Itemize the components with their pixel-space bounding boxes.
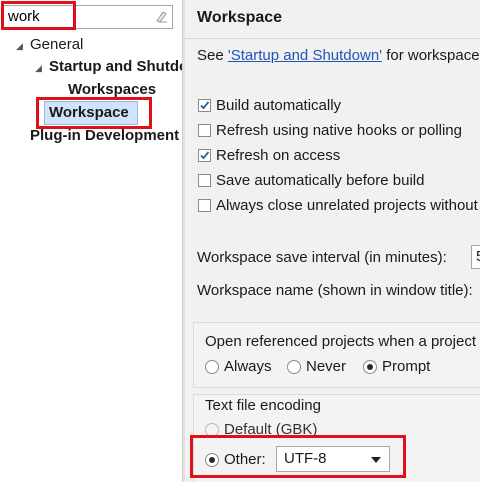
- close-unrelated-label: Always close unrelated projects without …: [216, 197, 480, 214]
- intro-text: See 'Startup and Shutdown' for workspace…: [197, 47, 480, 64]
- open-always-radio[interactable]: [205, 360, 219, 374]
- refresh-native-hooks-label: Refresh using native hooks or polling: [216, 122, 462, 139]
- save-before-build-checkbox[interactable]: [198, 174, 211, 187]
- refresh-on-access-label: Refresh on access: [216, 147, 341, 164]
- open-never-radio[interactable]: [287, 360, 301, 374]
- tree-item-general[interactable]: General: [30, 36, 83, 53]
- refresh-native-hooks-checkbox[interactable]: [198, 124, 211, 137]
- annotation-highlight-workspace: [36, 97, 152, 129]
- open-referenced-group: [193, 322, 480, 388]
- annotation-highlight-filter: [1, 1, 76, 30]
- save-interval-value: 5: [476, 248, 480, 265]
- clear-filter-icon[interactable]: [155, 10, 168, 23]
- workspace-preference-page: Workspace See 'Startup and Shutdown' for…: [185, 0, 480, 482]
- open-referenced-label: Open referenced projects when a project …: [205, 333, 480, 350]
- intro-suffix: for workspace startup and shutdown prefe…: [386, 47, 480, 64]
- workspace-name-label: Workspace name (shown in window title):: [197, 282, 473, 299]
- save-before-build-label: Save automatically before build: [216, 172, 425, 189]
- expand-startup-icon[interactable]: ◢: [35, 63, 42, 74]
- preferences-tree: ◢ General ◢ Startup and Shutdown Workspa…: [0, 0, 183, 482]
- encoding-label: Text file encoding: [205, 397, 321, 414]
- intro-prefix: See: [197, 47, 228, 64]
- page-title: Workspace: [197, 9, 283, 26]
- tree-item-plugin-development[interactable]: Plug-in Development: [30, 127, 179, 144]
- expand-general-icon[interactable]: ◢: [16, 41, 23, 52]
- annotation-highlight-encoding: [190, 435, 406, 478]
- radio-selected-dot: [367, 364, 373, 370]
- save-interval-input[interactable]: 5: [471, 245, 480, 269]
- open-prompt-label: Prompt: [382, 358, 431, 375]
- close-unrelated-checkbox[interactable]: [198, 199, 211, 212]
- title-separator: [185, 38, 480, 39]
- open-prompt-radio[interactable]: [363, 360, 377, 374]
- tree-item-workspaces[interactable]: Workspaces: [68, 81, 156, 98]
- refresh-on-access-checkbox[interactable]: [198, 149, 211, 162]
- build-automatically-label: Build automatically: [216, 97, 342, 114]
- open-always-label: Always: [224, 358, 272, 375]
- open-never-label: Never: [306, 358, 347, 375]
- startup-shutdown-link[interactable]: 'Startup and Shutdown': [228, 47, 382, 64]
- save-interval-label: Workspace save interval (in minutes):: [197, 249, 447, 266]
- tree-item-startup-and-shutdown[interactable]: Startup and Shutdown: [49, 58, 183, 75]
- build-automatically-checkbox[interactable]: [198, 99, 211, 112]
